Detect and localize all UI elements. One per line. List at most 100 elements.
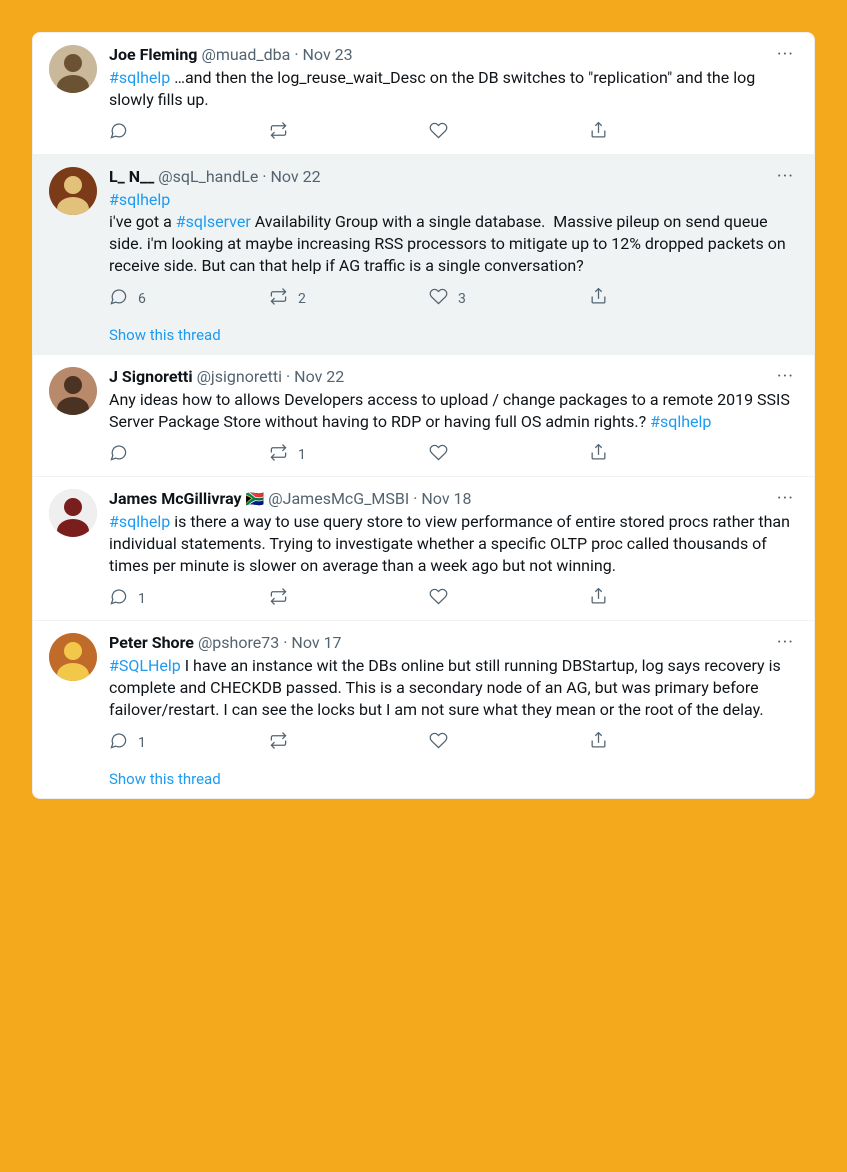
tweet[interactable]: Peter Shore@pshore73·Nov 17···#SQLHelp I… [33,621,814,798]
count: 1 [138,591,146,607]
retweet-icon [269,587,288,610]
hashtag[interactable]: #sqlserver [176,212,251,231]
count: 1 [138,735,146,751]
share-button[interactable] [589,587,629,610]
reply-button[interactable]: 1 [109,587,149,610]
hashtag[interactable]: #sqlhelp [109,68,170,87]
show-thread-link[interactable]: Show this thread [109,770,798,788]
count: 2 [298,291,306,307]
separator-dot: · [262,167,266,187]
hashtag[interactable]: #sqlhelp [109,190,170,209]
like-button[interactable]: 3 [429,287,469,310]
hashtag[interactable]: #sqlhelp [109,512,170,531]
author-handle[interactable]: @JamesMcG_MSBI [268,489,409,509]
more-icon[interactable]: ··· [773,367,798,387]
separator-dot: · [413,489,417,509]
tweet[interactable]: Joe Fleming@muad_dba·Nov 23···#sqlhelp …… [33,33,814,155]
tweet-text: #sqlhelp …and then the log_reuse_wait_De… [109,67,798,111]
author-handle[interactable]: @muad_dba [201,45,290,65]
share-icon [589,287,608,310]
hashtag[interactable]: #SQLHelp [109,656,181,675]
count: 3 [458,291,466,307]
text-segment: …and then the log_reuse_wait_Desc on the… [109,68,759,109]
author-name[interactable]: J Signoretti [109,367,193,387]
tweet[interactable]: J Signoretti@jsignoretti·Nov 22 ···Any id… [33,355,814,477]
like-icon [429,287,448,310]
tweet-date[interactable]: Nov 22 [271,167,321,187]
like-button[interactable] [429,121,469,144]
reply-button[interactable] [109,443,149,466]
like-button[interactable] [429,731,469,754]
tweet-date[interactable]: Nov 17 [291,633,341,653]
avatar[interactable] [49,167,97,215]
tweet-actions: 1 [109,443,629,466]
more-icon[interactable]: ··· [773,633,798,653]
share-button[interactable] [589,443,629,466]
tweet-date[interactable]: Nov 18 [421,489,471,509]
reply-button[interactable] [109,121,149,144]
reply-button[interactable]: 6 [109,287,149,310]
avatar[interactable] [49,633,97,681]
show-thread-link[interactable]: Show this thread [109,326,798,344]
tweet-text: #sqlhelp i've got a #sqlserver Availabil… [109,189,798,277]
reply-icon [109,443,128,466]
share-icon [589,121,608,144]
share-icon [589,443,608,466]
reply-icon [109,587,128,610]
more-icon[interactable]: ··· [773,45,798,65]
tweet-text: #SQLHelp I have an instance wit the DBs … [109,655,798,721]
like-icon [429,443,448,466]
count: 1 [298,447,306,463]
author-name[interactable]: L_ N__ [109,167,154,187]
separator-dot: · [286,367,290,387]
tweet-text: Any ideas how to allows Developers acces… [109,389,798,433]
tweet-text: #sqlhelp is there a way to use query sto… [109,511,798,577]
more-icon[interactable]: ··· [773,167,798,187]
share-icon [589,731,608,754]
retweet-button[interactable] [269,731,309,754]
tweet-actions: 1 [109,731,629,754]
tweet-actions [109,121,629,144]
text-segment: I have an instance wit the DBs online bu… [109,656,785,719]
like-icon [429,587,448,610]
retweet-button[interactable]: 2 [269,287,309,310]
avatar[interactable] [49,367,97,415]
author-name[interactable]: James McGillivray [109,489,242,509]
share-button[interactable] [589,121,629,144]
avatar[interactable] [49,489,97,537]
hashtag[interactable]: #sqlhelp [650,412,711,431]
share-button[interactable] [589,287,629,310]
text-segment: i've got a [109,212,176,231]
flag-emoji: 🇿🇦 [246,489,265,509]
author-name[interactable]: Joe Fleming [109,45,197,65]
share-icon [589,587,608,610]
tweet-date[interactable]: Nov 23 [303,45,353,65]
retweet-icon [269,287,288,310]
retweet-icon [269,121,288,144]
tweet-feed: Joe Fleming@muad_dba·Nov 23···#sqlhelp …… [32,32,815,799]
like-button[interactable] [429,443,469,466]
like-icon [429,121,448,144]
author-handle[interactable]: @pshore73 [198,633,279,653]
author-handle[interactable]: @jsignoretti [197,367,282,387]
reply-icon [109,287,128,310]
tweet[interactable]: James McGillivray🇿🇦@JamesMcG_MSBI·Nov 18… [33,477,814,621]
tweet-date[interactable]: Nov 22 [294,367,344,387]
retweet-button[interactable]: 1 [269,443,309,466]
reply-icon [109,731,128,754]
more-icon[interactable]: ··· [773,489,798,509]
tweet-actions: 1 [109,587,629,610]
retweet-icon [269,731,288,754]
retweet-button[interactable] [269,121,309,144]
retweet-icon [269,443,288,466]
like-button[interactable] [429,587,469,610]
tweet[interactable]: L_ N__@sqL_handLe·Nov 22···#sqlhelp i've… [33,155,814,355]
separator-dot: · [283,633,287,653]
share-button[interactable] [589,731,629,754]
author-name[interactable]: Peter Shore [109,633,194,653]
retweet-button[interactable] [269,587,309,610]
count: 6 [138,291,146,307]
author-handle[interactable]: @sqL_handLe [158,167,258,187]
avatar[interactable] [49,45,97,93]
reply-button[interactable]: 1 [109,731,149,754]
